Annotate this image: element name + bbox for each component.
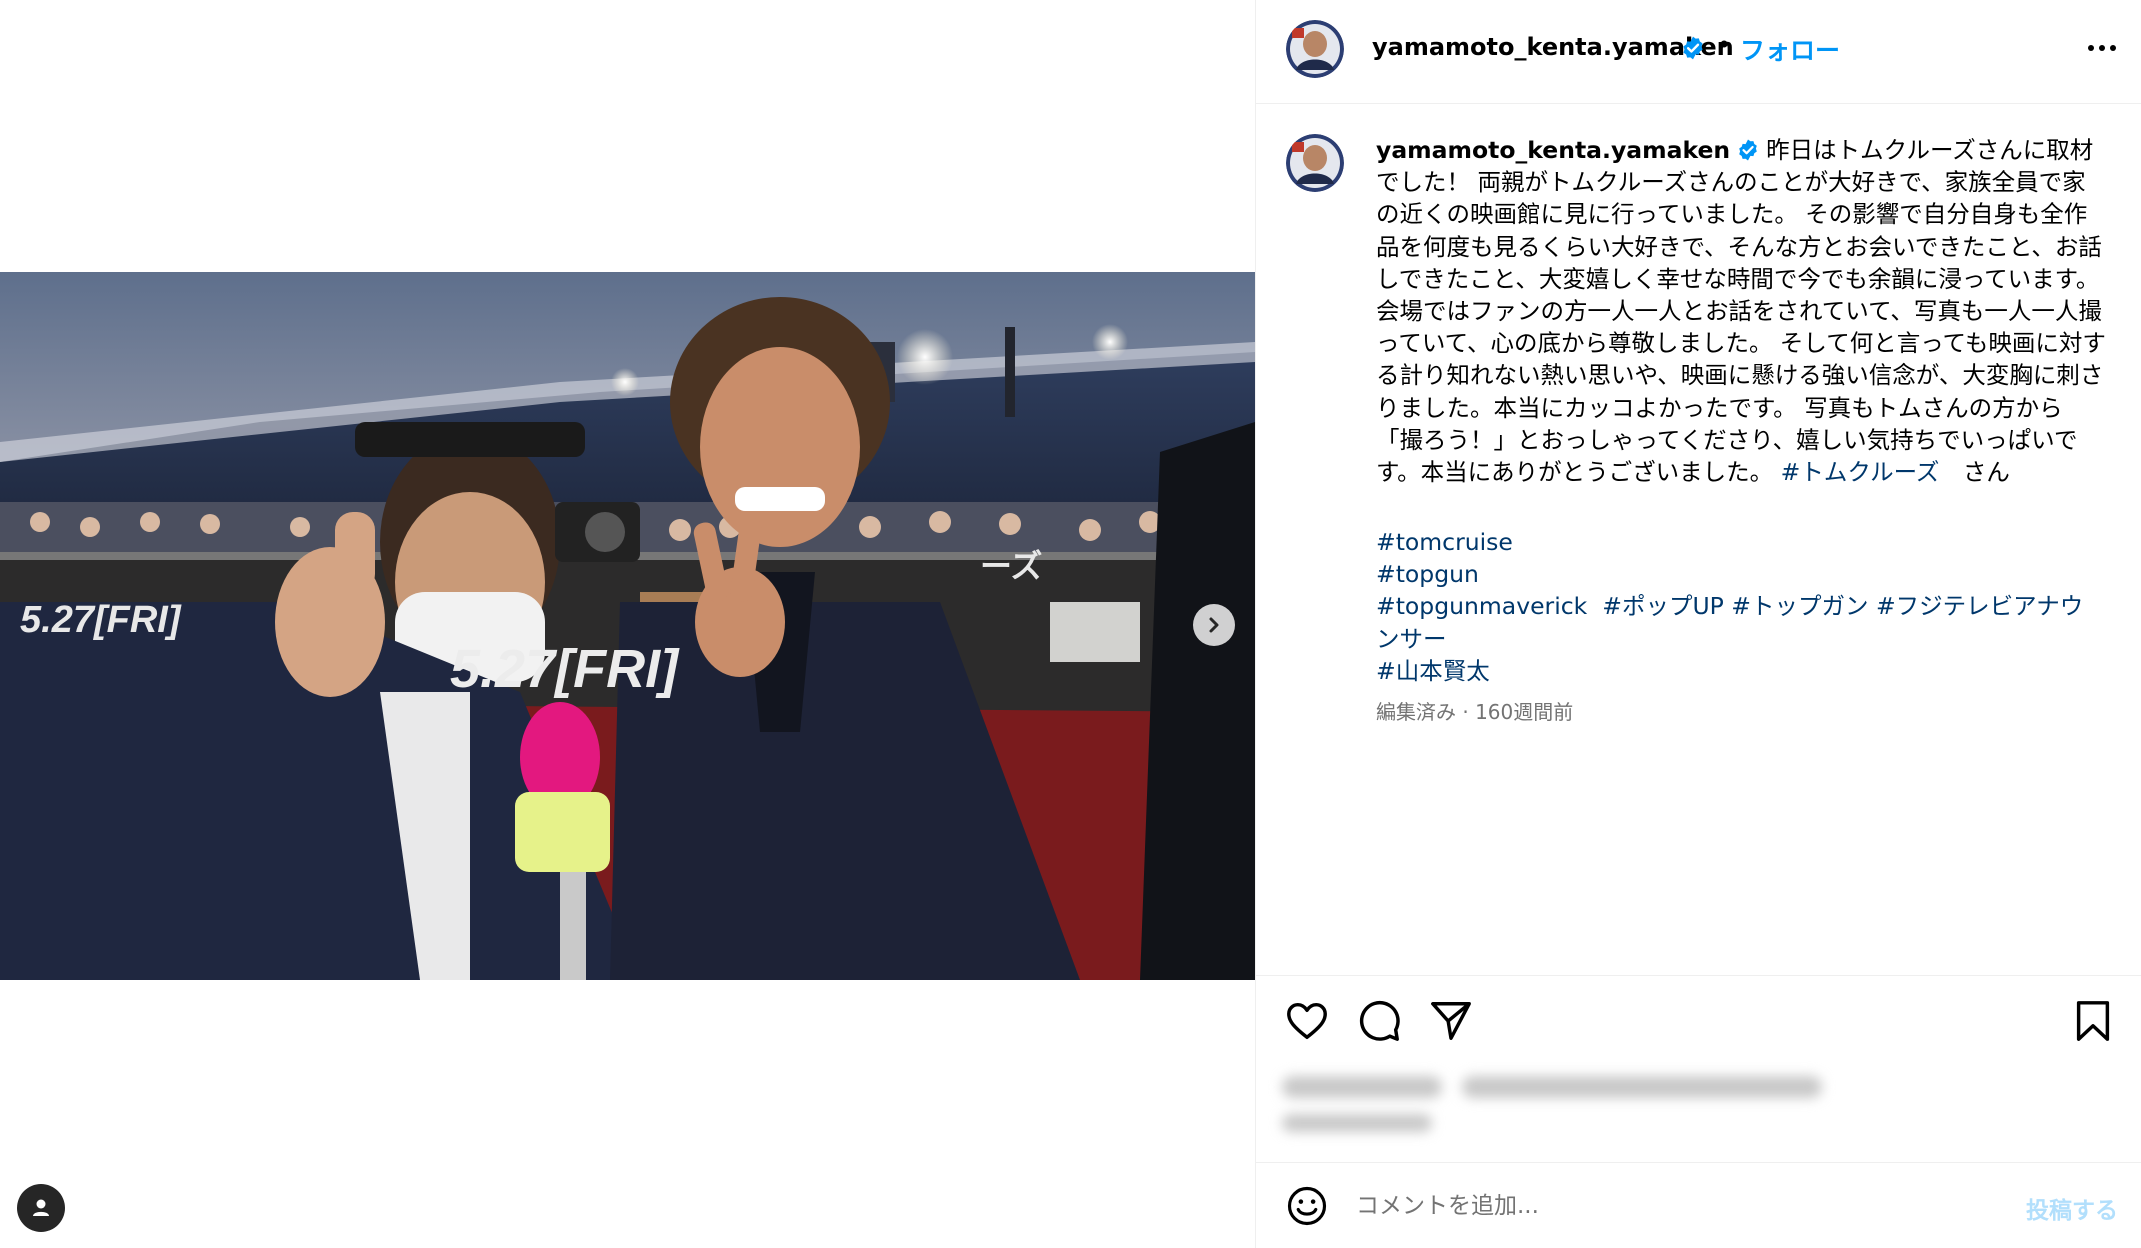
avatar[interactable] [1286, 20, 1344, 78]
verified-badge-icon [1683, 36, 1703, 60]
caption-section: yamamoto_kenta.yamaken 昨日はトムクルーズさんに取材でした！… [1256, 104, 2141, 974]
caption-body: 昨日はトムクルーズさんに取材でした！ 両親がトムクルーズさんのことが大好きで、家… [1376, 136, 2106, 487]
hashtag-link[interactable]: #tomcruise [1376, 528, 1513, 556]
edited-label: 編集済み [1376, 700, 1456, 724]
action-bar [1256, 975, 2141, 1061]
post-photo[interactable]: 5.27[FRI] 5.27[FRI] ーズ [0, 272, 1255, 980]
post-side-panel: yamamoto_kenta.yamaken • フォロー yamamoto_k… [1255, 0, 2141, 1248]
blur-segment [1282, 1076, 1442, 1098]
post-timestamp[interactable]: 160週間前 [1475, 700, 1573, 724]
user-tag-icon [33, 1199, 49, 1216]
media-area: 5.27[FRI] 5.27[FRI] ーズ [0, 0, 1255, 1248]
caption-suffix: さん [1939, 458, 2010, 487]
hashtag-link[interactable]: #topgunmaverick [1376, 592, 1587, 620]
tagged-users-button[interactable] [17, 1184, 65, 1232]
instagram-post-page: 5.27[FRI] 5.27[FRI] ーズ yamamoto_kenta.ya… [0, 0, 2141, 1248]
chevron-right-icon [1209, 617, 1219, 633]
comment-button[interactable] [1356, 998, 1402, 1044]
bookmark-icon [2076, 1001, 2110, 1041]
header-separator: • [1717, 31, 1732, 59]
caption-text: yamamoto_kenta.yamaken 昨日はトムクルーズさんに取材でした！… [1376, 134, 2106, 488]
blurred-likes-text [1282, 1070, 1822, 1140]
caption-username[interactable]: yamamoto_kenta.yamaken [1376, 136, 1730, 164]
emoji-button[interactable] [1286, 1185, 1328, 1227]
emoji-icon [1287, 1186, 1327, 1226]
like-button[interactable] [1284, 998, 1330, 1044]
meta-dot: · [1462, 700, 1469, 724]
more-options-button[interactable] [2082, 36, 2122, 60]
save-button[interactable] [2070, 998, 2116, 1044]
share-button[interactable] [1428, 998, 1474, 1044]
banner-date-left: 5.27[FRI] [20, 599, 182, 641]
more-horizontal-icon [2088, 45, 2094, 51]
caption-avatar[interactable] [1286, 134, 1344, 192]
heart-icon [1287, 1002, 1327, 1040]
hashtag-link[interactable]: #ポップUP [1602, 592, 1724, 620]
send-icon [1431, 1002, 1471, 1040]
post-header: yamamoto_kenta.yamaken • フォロー [1256, 0, 2141, 104]
comment-input[interactable] [1356, 1181, 1956, 1231]
hashtag-link[interactable]: #山本賢太 [1376, 657, 1490, 685]
hashtag-list: #tomcruise #topgun #topgunmaverick #ポップU… [1376, 526, 2106, 687]
comment-bar: 投稿する [1256, 1162, 2141, 1248]
follow-button[interactable]: フォロー [1740, 31, 1840, 67]
hashtag-link[interactable]: #トップガン [1731, 592, 1868, 620]
hashtag-link[interactable]: #topgun [1376, 560, 1479, 588]
verified-badge-icon [1739, 139, 1757, 160]
photo-illustration: 5.27[FRI] 5.27[FRI] ーズ [0, 272, 1255, 980]
blur-segment [1462, 1076, 1822, 1098]
comment-icon [1359, 1000, 1400, 1041]
next-image-button[interactable] [1193, 604, 1235, 646]
more-dot [2099, 45, 2105, 51]
blur-segment [1282, 1114, 1432, 1132]
post-comment-button[interactable]: 投稿する [2026, 1191, 2118, 1225]
banner-text-right: ーズ [980, 547, 1042, 585]
more-dot [2110, 45, 2116, 51]
banner-date-center: 5.27[FRI] [450, 639, 680, 699]
hashtag-link[interactable]: #トムクルーズ [1781, 458, 1940, 486]
post-meta: 編集済み · 160週間前 [1376, 696, 1573, 725]
